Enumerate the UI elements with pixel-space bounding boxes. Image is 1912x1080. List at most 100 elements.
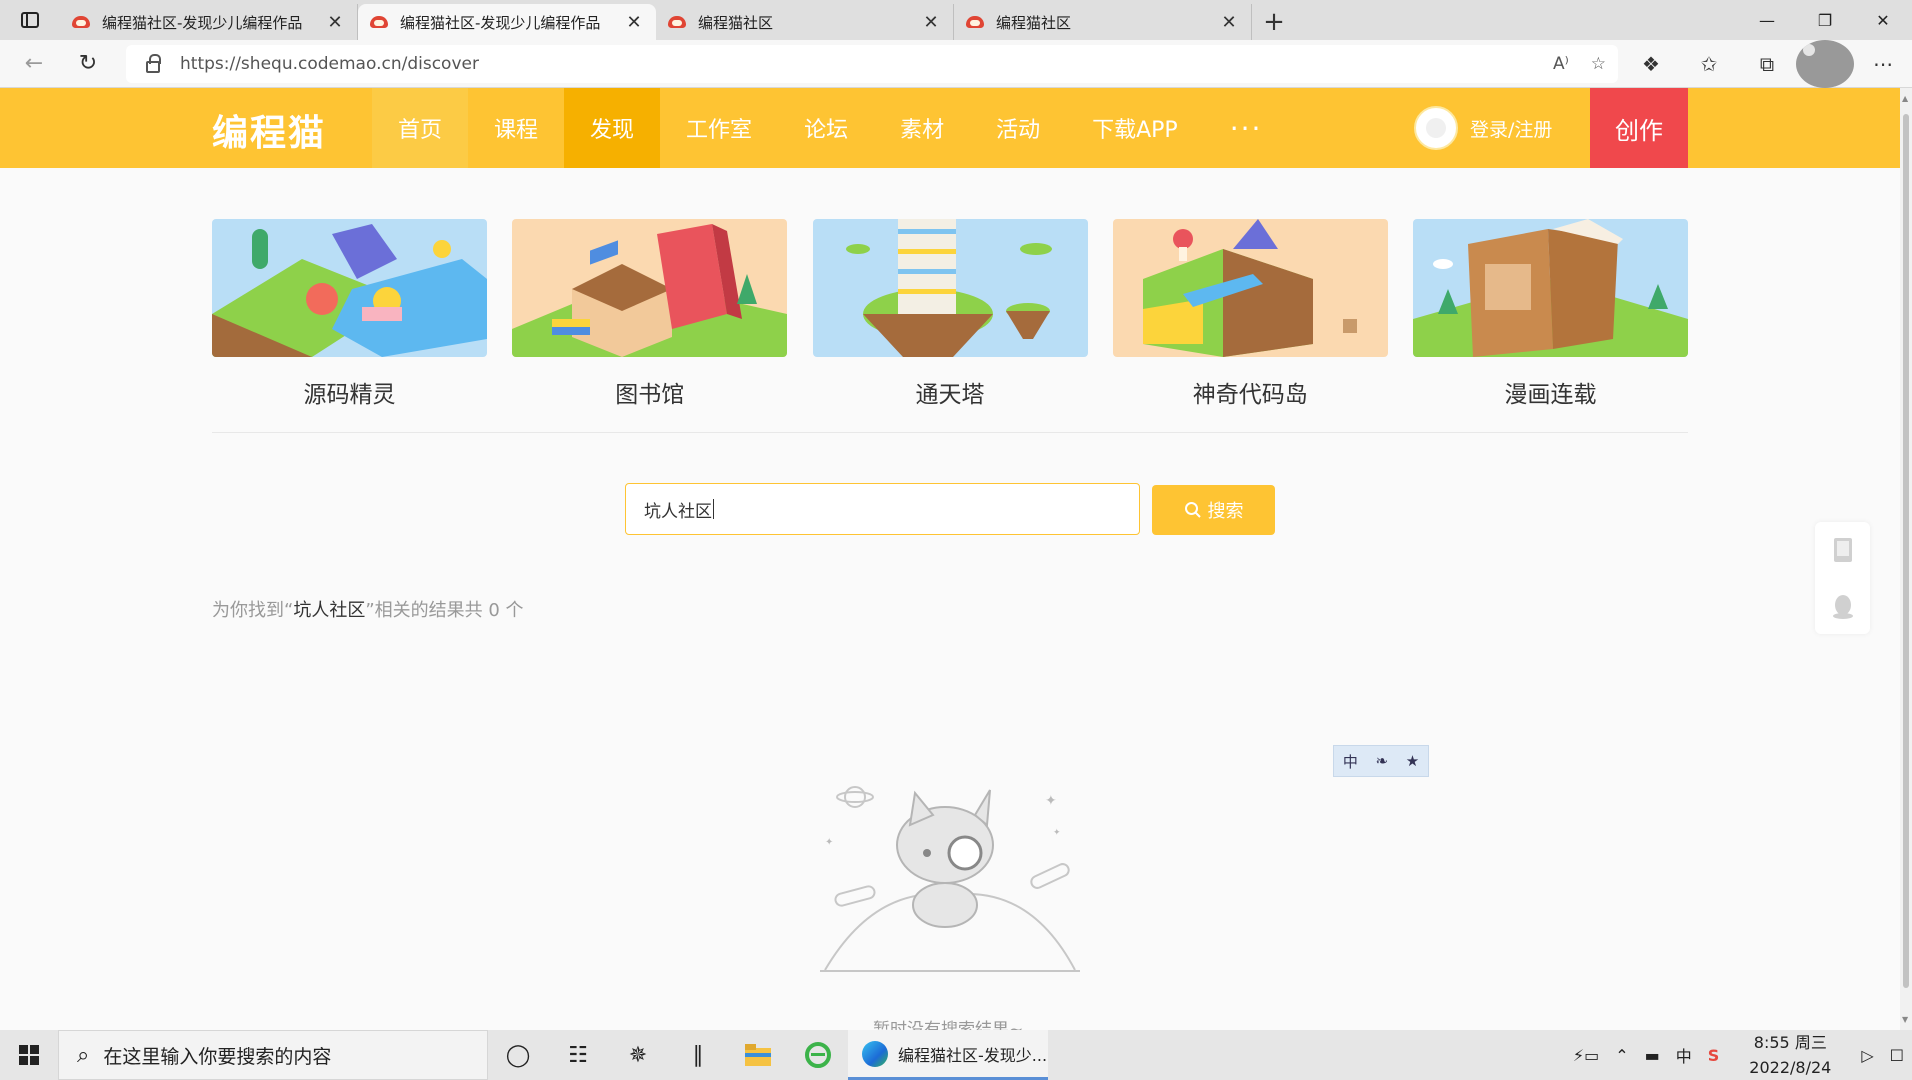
task-view-icon[interactable]: ☷ [548, 1030, 608, 1080]
feature-card-comics[interactable]: 漫画连载 [1413, 219, 1688, 409]
close-tab-icon[interactable]: ✕ [624, 12, 644, 33]
clock-date: 2022/8/24 [1749, 1057, 1832, 1077]
codemao-favicon-icon [964, 14, 986, 30]
site-header: 编程猫 首页 课程 发现 工作室 论坛 素材 活动 下载APP ··· 登录/注… [0, 88, 1900, 168]
url-text: https://shequ.codemao.cn/discover [180, 54, 479, 74]
nav-studio[interactable]: 工作室 [660, 88, 778, 168]
side-float-panel [1815, 522, 1870, 634]
feature-card-tower[interactable]: 通天塔 [812, 219, 1088, 409]
clock-time: 8:55 周三 [1753, 1032, 1827, 1052]
sogou-ime-icon[interactable]: S [1700, 1030, 1728, 1080]
minimize-icon[interactable]: — [1738, 0, 1796, 40]
library-illustration [512, 219, 788, 357]
nav-materials[interactable]: 素材 [874, 88, 970, 168]
browser-tools: ❖ ✩ ⧉ ⋯ [1622, 40, 1912, 88]
nav-home[interactable]: 首页 [372, 88, 469, 168]
tab-title: 编程猫社区 [996, 13, 1072, 32]
profile-icon[interactable] [1796, 40, 1854, 88]
result-prefix: 为你找到“ [212, 600, 294, 621]
feature-card-source-sprite[interactable]: 源码精灵 [212, 219, 487, 409]
pinned-app-icon[interactable]: ✵ [608, 1030, 668, 1080]
nav-download-app[interactable]: 下载APP [1066, 88, 1204, 168]
svg-text:✦: ✦ [1053, 828, 1061, 838]
nav-courses[interactable]: 课程 [468, 88, 564, 168]
login-register-link[interactable]: 登录/注册 [1414, 106, 1552, 150]
collections-icon[interactable]: ⧉ [1738, 40, 1796, 88]
ime-toolbar[interactable]: 中 ❧ ★ [1333, 745, 1429, 777]
tablet-app-icon[interactable] [1815, 522, 1870, 578]
scroll-up-icon[interactable]: ▲ [1902, 94, 1908, 103]
search-input[interactable]: 坑人社区 [625, 483, 1140, 535]
feature-card-code-island[interactable]: 神奇代码岛 [1112, 219, 1388, 409]
site-logo[interactable]: 编程猫 [212, 104, 326, 156]
login-label: 登录/注册 [1470, 118, 1553, 141]
close-tab-icon[interactable]: ✕ [1219, 12, 1239, 33]
create-button[interactable]: 创作 [1590, 88, 1688, 168]
ime-skin-icon[interactable]: ❧ [1375, 752, 1388, 770]
taskbar-search-placeholder: 在这里输入你要搜索的内容 [103, 1045, 332, 1068]
tab-actions-icon[interactable] [0, 0, 60, 40]
tab-title: 编程猫社区-发现少儿编程作品 [102, 13, 303, 32]
extensions-icon[interactable]: ❖ [1622, 40, 1680, 88]
nav-discover[interactable]: 发现 [564, 88, 661, 168]
search-icon: ⌕ [77, 1042, 90, 1068]
search-button-label: 搜索 [1207, 501, 1244, 522]
ime-mode[interactable]: 中 [1343, 751, 1358, 772]
taskbar-search-box[interactable]: ⌕ 在这里输入你要搜索的内容 [58, 1030, 488, 1080]
feature-label: 通天塔 [915, 382, 985, 408]
page-scrollbar[interactable]: ▲ ▼ [1900, 88, 1912, 1030]
qq-icon[interactable] [1815, 578, 1870, 634]
codemao-favicon-icon [70, 14, 92, 30]
close-tab-icon[interactable]: ✕ [325, 12, 345, 33]
read-aloud-icon[interactable]: A⁾ [1553, 54, 1569, 74]
taskbar-clock[interactable]: 8:55 周三 2022/8/24 [1727, 1030, 1853, 1080]
maximize-icon[interactable]: ❐ [1796, 0, 1854, 40]
feature-cards: 源码精灵 图书馆 通天塔 神奇代码岛 漫画连载 [212, 219, 1688, 409]
favorite-add-icon[interactable]: ☆ [1591, 54, 1606, 74]
address-bar[interactable]: https://shequ.codemao.cn/discover A⁾ ☆ [126, 45, 1618, 83]
feature-label: 源码精灵 [303, 382, 396, 408]
nav-forum[interactable]: 论坛 [778, 88, 874, 168]
browser-toolbar: ← ↻ https://shequ.codemao.cn/discover A⁾… [0, 40, 1912, 88]
feature-label: 神奇代码岛 [1192, 382, 1308, 408]
browser-tab-4[interactable]: 编程猫社区 ✕ [954, 4, 1252, 40]
media-icon[interactable]: ▷ [1853, 1030, 1881, 1080]
lock-icon [146, 54, 161, 73]
new-tab-button[interactable]: + [1252, 4, 1296, 40]
back-icon[interactable]: ← [14, 44, 54, 84]
cortana-icon[interactable]: ◯ [488, 1030, 548, 1080]
svg-text:✦: ✦ [1045, 793, 1057, 809]
battery-charging-icon[interactable]: ⚡▭ [1565, 1030, 1607, 1080]
ime-star-icon[interactable]: ★ [1406, 752, 1419, 770]
refresh-icon[interactable]: ↻ [68, 44, 108, 84]
notifications-icon[interactable]: ☐ [1882, 1030, 1912, 1080]
taskbar-app-title: 编程猫社区-发现少... [898, 1045, 1048, 1065]
windows-start-icon[interactable] [0, 1030, 58, 1080]
show-hidden-icons-icon[interactable]: ⌃ [1607, 1030, 1636, 1080]
ie-browser-icon[interactable] [788, 1030, 848, 1080]
close-tab-icon[interactable]: ✕ [921, 12, 941, 33]
code-island-illustration [1112, 219, 1388, 357]
battery-icon[interactable]: ▬ [1637, 1030, 1668, 1080]
system-tray: ⚡▭ ⌃ ▬ 中 S 8:55 周三 2022/8/24 ▷ ☐ [1565, 1030, 1912, 1080]
taskbar-edge-app[interactable]: 编程猫社区-发现少... [848, 1030, 1048, 1080]
pinned-app-2-icon[interactable]: ∥ [668, 1030, 728, 1080]
scrollbar-thumb[interactable] [1903, 114, 1909, 988]
file-explorer-icon[interactable] [728, 1030, 788, 1080]
empty-result-illustration: ✦ ✦ ✦ [815, 775, 1090, 975]
nav-more-icon[interactable]: ··· [1204, 88, 1289, 168]
feature-card-library[interactable]: 图书馆 [512, 219, 788, 409]
search-icon [1184, 502, 1201, 518]
tab-title: 编程猫社区 [698, 13, 774, 32]
browser-tab-2[interactable]: 编程猫社区-发现少儿编程作品 ✕ [358, 4, 656, 40]
tray-ime-indicator[interactable]: 中 [1668, 1030, 1700, 1080]
scroll-down-icon[interactable]: ▼ [1902, 1015, 1908, 1024]
browser-tab-3[interactable]: 编程猫社区 ✕ [656, 4, 954, 40]
search-button[interactable]: 搜索 [1152, 485, 1275, 535]
nav-events[interactable]: 活动 [970, 88, 1066, 168]
more-menu-icon[interactable]: ⋯ [1854, 40, 1912, 88]
favorites-icon[interactable]: ✩ [1680, 40, 1738, 88]
browser-tab-1[interactable]: 编程猫社区-发现少儿编程作品 ✕ [60, 4, 358, 40]
close-window-icon[interactable]: ✕ [1854, 0, 1912, 40]
text-caret [713, 499, 714, 519]
